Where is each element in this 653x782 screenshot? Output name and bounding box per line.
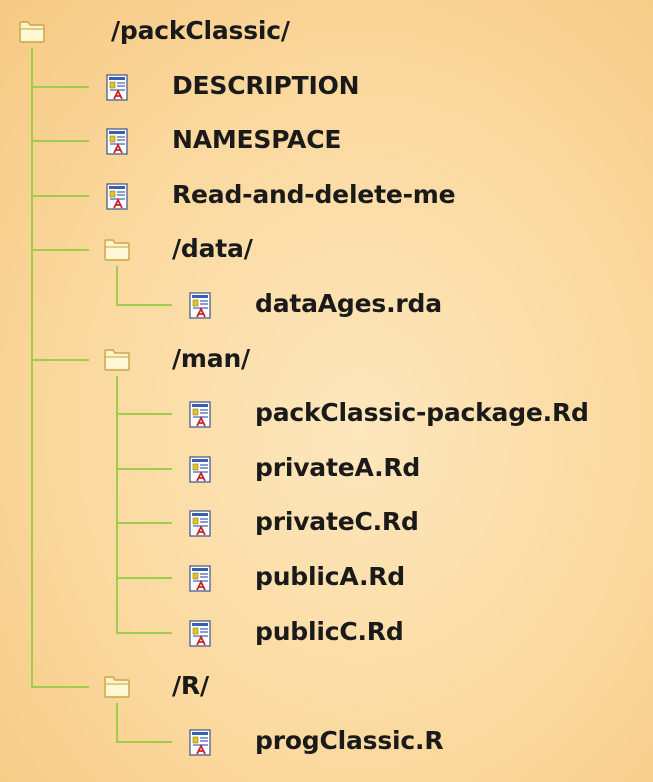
file-name: packClassic-package.Rd [255,398,589,428]
document-icon [102,181,132,211]
file-name: privateA.Rd [255,452,421,482]
document-icon [185,399,215,429]
folder-name: /R/ [172,671,209,701]
file-name: progClassic.R [255,725,444,755]
tree-connector [32,358,89,361]
document-icon [102,126,132,156]
tree-trunk [116,703,118,743]
tree-connector [117,304,172,306]
tree-connector [32,249,89,252]
document-icon [185,290,215,320]
document-icon [185,454,215,484]
tree-connector [117,522,172,525]
folder-name: /data/ [172,234,253,264]
file-name: NAMESPACE [172,125,342,155]
document-icon [185,563,215,593]
folder-icon [102,345,132,375]
document-icon [185,508,215,538]
folder-icon [17,17,47,47]
document-icon [102,72,132,102]
tree-trunk [31,48,33,689]
file-name: dataAges.rda [255,289,442,318]
tree-connector [32,140,89,143]
tree-connector [117,467,172,470]
tree-connector [117,631,172,634]
tree-connector [32,686,89,689]
file-tree: /packClassic/DESCRIPTION NAMESPACE Read-an… [0,0,653,782]
file-name: privateC.Rd [255,507,419,537]
folder-icon [102,235,132,265]
folder-icon [102,672,132,702]
document-icon [185,618,215,648]
file-name: publicA.Rd [255,562,406,591]
file-name: publicC.Rd [255,616,404,646]
folder-name: /man/ [172,343,250,373]
tree-connector [117,413,172,416]
document-icon [185,727,215,757]
file-name: DESCRIPTION [172,70,360,100]
tree-connector [32,85,89,88]
tree-connector [117,740,172,743]
file-name: Read-and-delete-me [172,179,456,209]
folder-name: /packClassic/ [111,16,290,45]
tree-connector [117,577,172,579]
tree-connector [32,194,89,197]
tree-trunk [116,266,118,306]
tree-trunk [116,375,118,634]
